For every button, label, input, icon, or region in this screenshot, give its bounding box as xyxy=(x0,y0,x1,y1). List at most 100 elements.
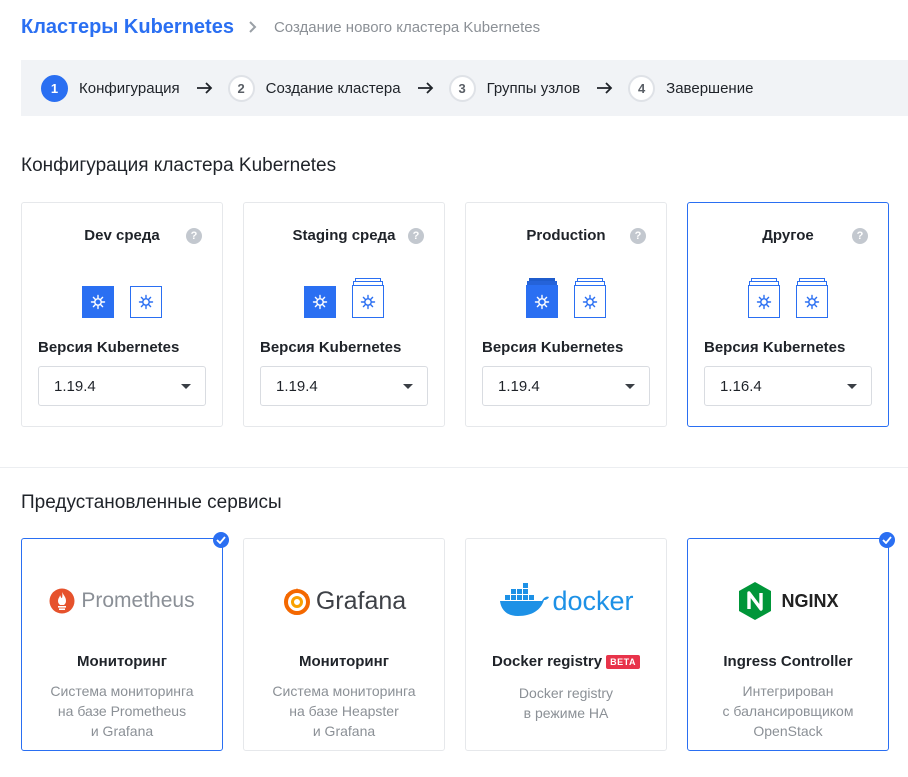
caret-down-icon xyxy=(181,384,191,389)
step-create-cluster[interactable]: 2 Создание кластера xyxy=(227,74,401,102)
worker-node-stack-icon xyxy=(796,278,828,318)
master-node-icon xyxy=(82,286,114,318)
nginx-logo: NGINX xyxy=(688,579,888,623)
master-node-icon xyxy=(304,286,336,318)
help-icon[interactable]: ? xyxy=(630,228,646,244)
step-node-groups[interactable]: 3 Группы узлов xyxy=(448,74,581,102)
worker-node-stack-icon xyxy=(574,278,606,318)
service-card-nginx[interactable]: NGINX Ingress Controller Интегрирован с … xyxy=(687,532,895,751)
beta-badge: BETA xyxy=(606,654,640,669)
step-label: Группы узлов xyxy=(486,79,581,97)
service-title: Docker registry BETA xyxy=(466,653,666,670)
desc-line: Система мониторинга xyxy=(272,683,416,699)
version-select[interactable]: 1.19.4 xyxy=(482,366,650,406)
version-select[interactable]: 1.19.4 xyxy=(38,366,206,406)
service-title-text: Ingress Controller xyxy=(723,653,853,670)
worker-node-icon xyxy=(130,286,162,318)
caret-down-icon xyxy=(625,384,635,389)
arrow-right-icon xyxy=(417,82,433,94)
service-description: Docker registry в режиме HA xyxy=(476,683,656,723)
docker-logo: docker xyxy=(466,579,666,623)
step-number: 1 xyxy=(41,74,68,102)
service-description: Система мониторинга на базе Prometheus и… xyxy=(32,681,212,741)
desc-line: и Grafana xyxy=(312,723,376,739)
breadcrumb-current: Создание нового кластера Kubernetes xyxy=(273,18,541,36)
service-title-text: Мониторинг xyxy=(77,653,167,670)
step-label: Конфигурация xyxy=(79,79,180,97)
version-label: Версия Kubernetes xyxy=(704,339,846,356)
checkmark-icon xyxy=(213,532,229,548)
help-icon[interactable]: ? xyxy=(408,228,424,244)
grafana-logo: Grafana xyxy=(244,579,444,623)
version-value: 1.16.4 xyxy=(720,377,762,395)
node-icons xyxy=(22,278,222,318)
config-card-production[interactable]: Production ? Версия Kubernetes 1.19.4 xyxy=(465,202,667,427)
config-card-other[interactable]: Другое ? Версия Kubernetes 1.16.4 xyxy=(687,202,889,427)
breadcrumb: Кластеры Kubernetes Создание нового клас… xyxy=(21,14,540,40)
version-value: 1.19.4 xyxy=(498,377,540,395)
worker-node-stack-icon xyxy=(352,278,384,318)
grafana-swirl-icon xyxy=(283,588,310,615)
version-label: Версия Kubernetes xyxy=(482,339,624,356)
service-description: Система мониторинга на базе Heapster и G… xyxy=(254,681,434,741)
docker-whale-icon xyxy=(500,583,550,616)
version-select[interactable]: 1.19.4 xyxy=(260,366,428,406)
config-card-dev[interactable]: Dev среда ? Версия Kubernetes 1.19.4 xyxy=(21,202,223,427)
logo-text: NGINX xyxy=(781,590,839,611)
logo-text: Grafana xyxy=(315,586,407,615)
arrow-right-icon xyxy=(597,82,613,94)
service-title: Ingress Controller xyxy=(688,653,888,670)
desc-line: Docker registry xyxy=(518,685,614,701)
service-card-prometheus[interactable]: Prometheus Мониторинг Система мониторинг… xyxy=(21,532,229,751)
service-title: Мониторинг xyxy=(22,653,222,670)
service-title: Мониторинг xyxy=(244,653,444,670)
help-icon[interactable]: ? xyxy=(852,228,868,244)
prometheus-flame-icon xyxy=(49,588,75,614)
service-description: Интегрирован с балансировщиком OpenStack xyxy=(698,681,878,741)
config-card-staging[interactable]: Staging среда ? Версия Kubernetes 1.19.4 xyxy=(243,202,445,427)
breadcrumb-root-link[interactable]: Кластеры Kubernetes xyxy=(21,16,234,39)
desc-line: Интегрирован xyxy=(742,683,834,699)
desc-line: на базе Heapster xyxy=(289,703,399,719)
logo-text: Prometheus xyxy=(81,589,195,612)
service-card-grafana[interactable]: Grafana Мониторинг Система мониторинга н… xyxy=(243,538,445,751)
wizard-stepper: 1 Конфигурация 2 Создание кластера 3 Гру… xyxy=(21,60,908,116)
help-icon[interactable]: ? xyxy=(186,228,202,244)
version-label: Версия Kubernetes xyxy=(38,339,180,356)
node-icons xyxy=(244,278,444,318)
nginx-hexagon-icon xyxy=(739,582,772,620)
master-node-stack-icon xyxy=(748,278,780,318)
desc-line: на базе Prometheus xyxy=(57,703,187,719)
prometheus-logo: Prometheus xyxy=(22,579,222,623)
node-icons xyxy=(688,278,888,318)
desc-line: Система мониторинга xyxy=(50,683,194,699)
version-value: 1.19.4 xyxy=(54,377,96,395)
service-title-text: Docker registry xyxy=(492,653,603,670)
step-label: Создание кластера xyxy=(265,79,401,97)
node-icons xyxy=(466,278,666,318)
desc-line: с балансировщиком xyxy=(722,703,854,719)
desc-line: и Grafana xyxy=(90,723,154,739)
desc-line: в режиме HA xyxy=(523,705,609,721)
step-number: 2 xyxy=(227,74,255,102)
arrow-right-icon xyxy=(196,82,212,94)
section-divider xyxy=(0,467,908,468)
version-value: 1.19.4 xyxy=(276,377,318,395)
step-number: 3 xyxy=(448,74,476,102)
desc-line: OpenStack xyxy=(753,723,823,739)
step-finish[interactable]: 4 Завершение xyxy=(628,74,754,102)
caret-down-icon xyxy=(847,384,857,389)
master-node-stack-icon xyxy=(526,278,558,318)
step-label: Завершение xyxy=(666,79,754,97)
services-section-title: Предустановленные сервисы xyxy=(21,492,282,513)
config-section-title: Конфигурация кластера Kubernetes xyxy=(21,155,337,176)
logo-text: docker xyxy=(552,585,634,616)
step-number: 4 xyxy=(628,74,656,102)
step-configuration[interactable]: 1 Конфигурация xyxy=(41,74,180,102)
caret-down-icon xyxy=(403,384,413,389)
version-select[interactable]: 1.16.4 xyxy=(704,366,872,406)
checkmark-icon xyxy=(879,532,895,548)
service-title-text: Мониторинг xyxy=(299,653,389,670)
version-label: Версия Kubernetes xyxy=(260,339,402,356)
service-card-docker[interactable]: docker Docker registry BETA Docker regis… xyxy=(465,538,667,751)
